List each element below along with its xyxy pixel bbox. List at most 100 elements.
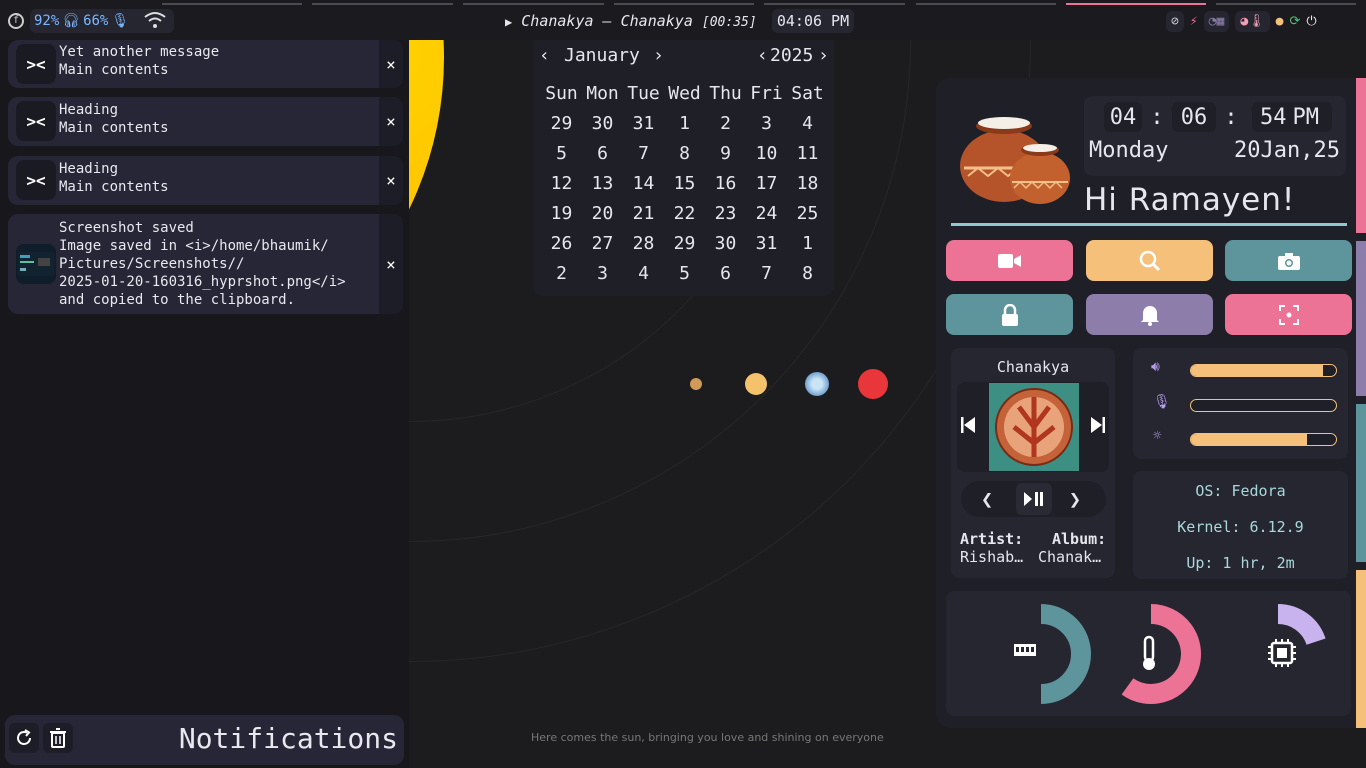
calendar-day[interactable]: 16 (705, 168, 746, 198)
calendar-day[interactable]: 11 (787, 138, 828, 168)
weekday-label: Sat (791, 82, 824, 104)
notification-card[interactable]: Screenshot saved Image saved in <i>/home… (8, 214, 403, 314)
calendar-day[interactable]: 3 (746, 108, 787, 138)
calendar-day[interactable]: 12 (541, 168, 582, 198)
prev-year-button[interactable]: ‹ (757, 45, 768, 66)
calendar-day[interactable]: 22 (664, 198, 705, 228)
prev-month-button[interactable]: ‹ (539, 45, 550, 66)
calendar-day[interactable]: 8 (787, 258, 828, 288)
calendar-day[interactable]: 10 (746, 138, 787, 168)
screen-capture-region-button[interactable] (1225, 294, 1352, 335)
brightness-icon: ☼ (1153, 428, 1162, 444)
close-icon[interactable]: × (379, 97, 403, 146)
calendar-day[interactable]: 18 (787, 168, 828, 198)
volume-slider[interactable] (1190, 364, 1337, 377)
calendar-day[interactable]: 14 (623, 168, 664, 198)
weekday-display: Monday (1089, 138, 1169, 163)
previous-track-button[interactable] (961, 416, 975, 438)
clay-pots-illustration (958, 108, 1073, 212)
calendar-day[interactable]: 9 (705, 138, 746, 168)
night-light-icon[interactable]: ● (1276, 14, 1284, 29)
seek-forward-button[interactable]: ❯ (1069, 487, 1081, 511)
close-icon[interactable]: × (379, 40, 403, 88)
calendar-day[interactable]: 2 (705, 108, 746, 138)
calendar-day[interactable]: 24 (746, 198, 787, 228)
next-track-button[interactable] (1091, 416, 1105, 438)
calendar-day[interactable]: 21 (623, 198, 664, 228)
notifications-button[interactable] (1086, 294, 1213, 335)
calendar-day[interactable]: 7 (746, 258, 787, 288)
screen-record-button[interactable] (946, 240, 1073, 281)
next-month-button[interactable]: › (653, 45, 664, 66)
refresh-button[interactable] (9, 723, 39, 753)
calendar-day[interactable]: 6 (705, 258, 746, 288)
fedora-logo-icon[interactable]: f (8, 13, 24, 29)
calendar-day[interactable]: 17 (746, 168, 787, 198)
calendar-day[interactable]: 31 (746, 228, 787, 258)
calendar-day[interactable]: 20 (582, 198, 623, 228)
calendar-day[interactable]: 6 (582, 138, 623, 168)
next-year-button[interactable]: › (818, 45, 829, 66)
lock-icon (1001, 303, 1018, 326)
top-bar: f 92% 🎧︎ 66% 🎙︎ ▶ Chanakya – Chanakya [0… (0, 0, 1366, 40)
microphone-icon: 🎙︎ (111, 13, 130, 29)
time-separator: : (1150, 104, 1164, 130)
calendar-day[interactable]: 23 (705, 198, 746, 228)
wifi-icon[interactable] (144, 11, 166, 33)
microphone-slider[interactable] (1190, 399, 1337, 412)
eye-off-icon[interactable]: ⊘ (1166, 10, 1184, 32)
temperature-gauge-arc (1121, 604, 1201, 704)
lock-button[interactable] (946, 294, 1073, 335)
notification-card[interactable]: >< Heading Main contents × (8, 97, 403, 146)
bar-clock[interactable]: 04:06 PM (772, 9, 854, 33)
play-pause-button[interactable] (1016, 483, 1052, 515)
calendar-day[interactable]: 27 (582, 228, 623, 258)
notification-card[interactable]: >< Yet another message Main contents × (8, 40, 403, 88)
calendar-month: January (564, 45, 640, 66)
cpu-chip-icon[interactable]: ◔▦ (1203, 10, 1230, 32)
calendar-day[interactable]: 1 (664, 108, 705, 138)
calendar-day[interactable]: 4 (623, 258, 664, 288)
second-display: 54 (1260, 104, 1287, 130)
calendar-day[interactable]: 13 (582, 168, 623, 198)
calendar-day[interactable]: 4 (787, 108, 828, 138)
screenshot-button[interactable] (1225, 240, 1352, 281)
seek-back-button[interactable]: ❮ (981, 487, 993, 511)
close-icon[interactable]: × (379, 156, 403, 205)
audio-sliders: 🔊︎ 🎙︎ ☼ (1133, 348, 1348, 459)
sync-icon[interactable]: ⟳ (1289, 14, 1300, 29)
calendar-day[interactable]: 26 (541, 228, 582, 258)
now-playing-title[interactable]: ▶ Chanakya – Chanakya [00:35] (505, 12, 757, 30)
temperature-tray-icon[interactable]: ◕🌡︎ (1235, 10, 1270, 32)
search-button[interactable] (1086, 240, 1213, 281)
calendar-day[interactable]: 30 (582, 108, 623, 138)
calendar-day[interactable]: 3 (582, 258, 623, 288)
calendar-day[interactable]: 31 (623, 108, 664, 138)
clear-all-button[interactable] (43, 723, 73, 753)
os-info: OS: Fedora (1195, 482, 1286, 500)
power-profile-icon[interactable]: ⚡ (1190, 14, 1198, 29)
calendar-day[interactable]: 2 (541, 258, 582, 288)
weekday-label: Thu (709, 82, 742, 104)
notification-body: Image saved in <i>/home/bhaumik/ Picture… (59, 238, 346, 308)
calendar-day[interactable]: 29 (541, 108, 582, 138)
calendar-day[interactable]: 19 (541, 198, 582, 228)
brightness-slider[interactable] (1190, 433, 1337, 446)
calendar-day[interactable]: 15 (664, 168, 705, 198)
notification-card[interactable]: >< Heading Main contents × (8, 156, 403, 205)
calendar-day[interactable]: 29 (664, 228, 705, 258)
app-icon: >< (16, 101, 56, 141)
album-label: Album: (1052, 530, 1107, 548)
calendar-day[interactable]: 1 (787, 228, 828, 258)
calendar-day[interactable]: 28 (623, 228, 664, 258)
calendar-day[interactable]: 8 (664, 138, 705, 168)
close-icon[interactable]: × (379, 214, 403, 314)
calendar-day[interactable]: 5 (541, 138, 582, 168)
calendar-day[interactable]: 5 (664, 258, 705, 288)
calendar-day[interactable]: 30 (705, 228, 746, 258)
weekday-label: Tue (627, 82, 660, 104)
calendar-day[interactable]: 7 (623, 138, 664, 168)
power-icon[interactable]: ⏻ (1306, 14, 1316, 29)
calendar-day[interactable]: 25 (787, 198, 828, 228)
ampm-display: PM (1292, 104, 1320, 130)
